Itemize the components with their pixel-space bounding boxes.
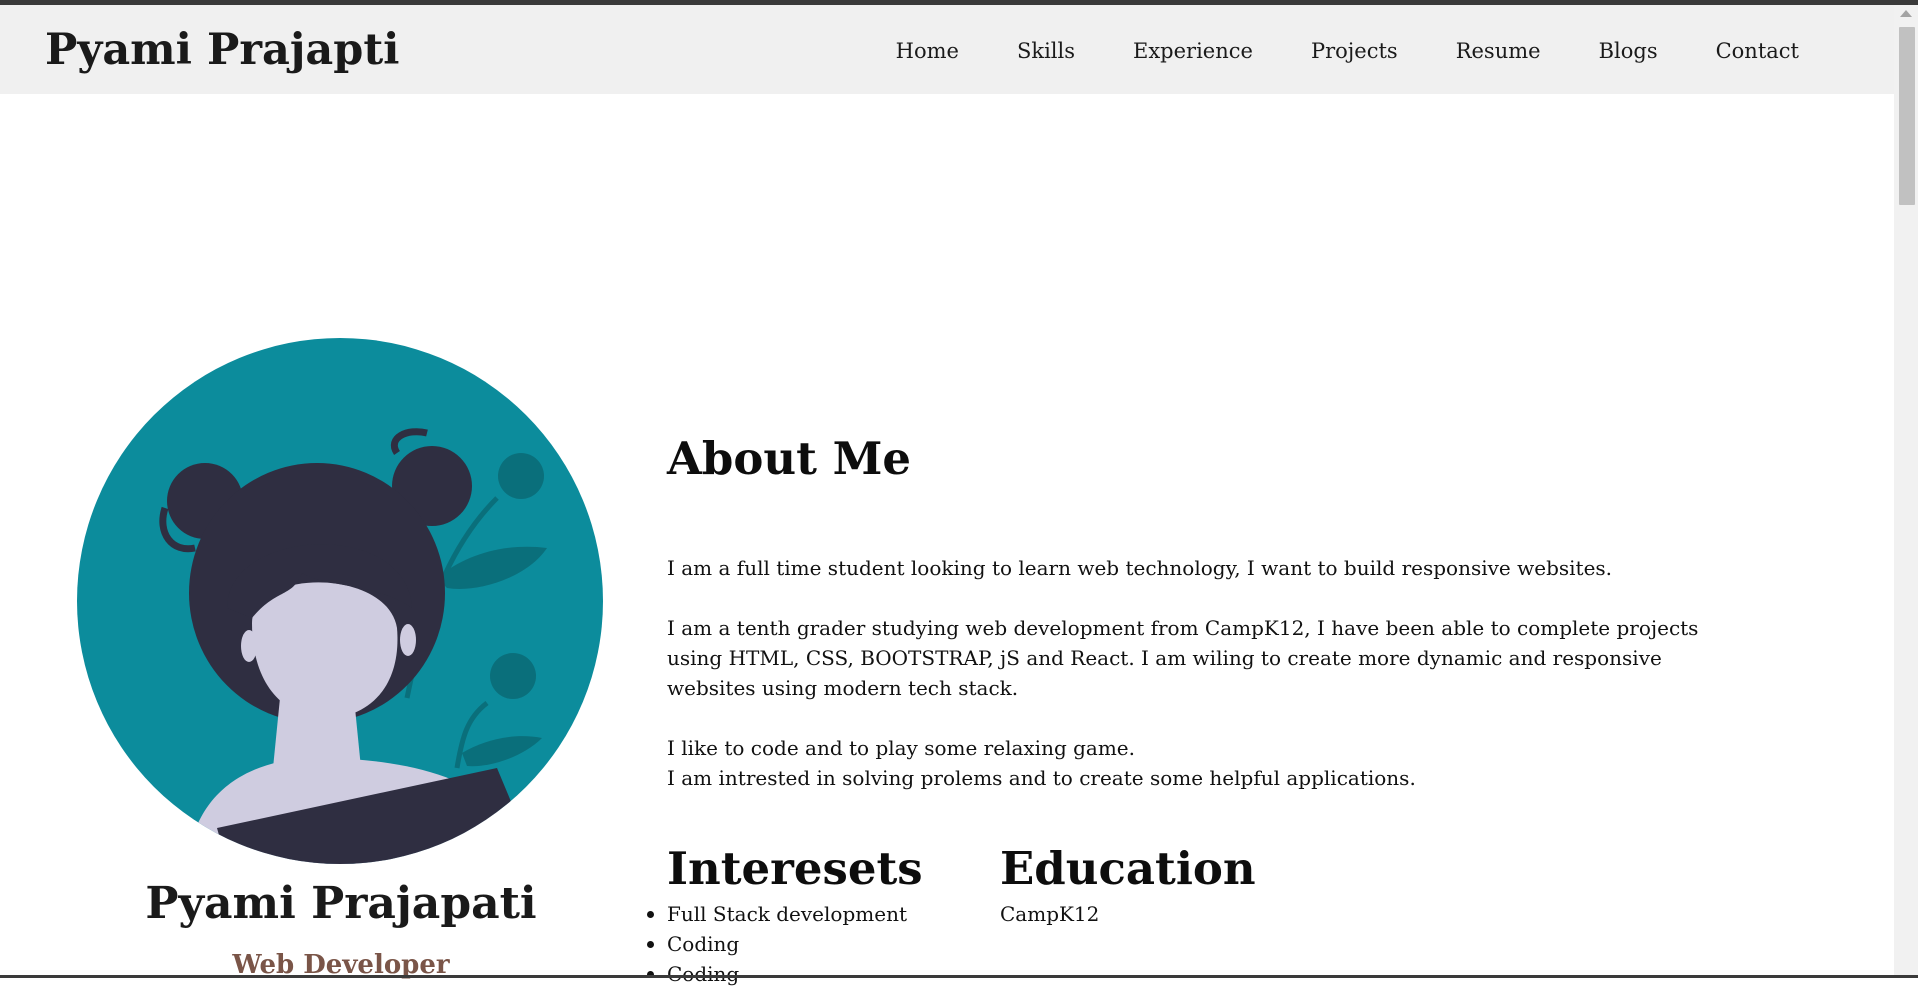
decor-circle-top: [498, 453, 544, 499]
about-paragraph: I am intrested in solving prolems and to…: [667, 766, 1416, 790]
nav-links: Home Skills Experience Projects Resume B…: [838, 39, 1799, 63]
scroll-up-arrow-icon[interactable]: [1900, 10, 1912, 17]
education-item: CampK12: [1000, 902, 1100, 926]
nav-experience[interactable]: Experience: [1133, 39, 1253, 63]
navbar: Pyami Prajapti Home Skills Experience Pr…: [0, 5, 1894, 94]
nav-blogs[interactable]: Blogs: [1599, 39, 1658, 63]
list-item: Coding: [647, 959, 907, 989]
education-heading: Education: [1000, 842, 1256, 895]
list-item: Full Stack development: [647, 899, 907, 929]
brand-logo[interactable]: Pyami Prajapti: [45, 25, 400, 75]
nav-projects[interactable]: Projects: [1311, 39, 1398, 63]
profile-name: Pyami Prajapati: [145, 878, 537, 929]
about-body: I am a full time student looking to lear…: [667, 553, 1742, 793]
interests-heading: Interesets: [667, 842, 923, 895]
profile-avatar: [77, 338, 603, 864]
scrollbar-thumb[interactable]: [1899, 27, 1915, 205]
avatar-ear-right: [400, 624, 416, 656]
decor-circle-middle: [490, 653, 536, 699]
about-heading: About Me: [667, 432, 912, 485]
about-paragraph: I am a full time student looking to lear…: [667, 556, 1613, 580]
about-paragraph: I am a tenth grader studying web develop…: [667, 616, 1699, 700]
avatar-ear-left: [241, 630, 257, 662]
nav-home[interactable]: Home: [896, 39, 959, 63]
about-paragraph: I like to code and to play some relaxing…: [667, 736, 1135, 760]
nav-contact[interactable]: Contact: [1716, 39, 1799, 63]
list-item: Coding: [647, 929, 907, 959]
nav-skills[interactable]: Skills: [1017, 39, 1075, 63]
nav-resume[interactable]: Resume: [1456, 39, 1541, 63]
